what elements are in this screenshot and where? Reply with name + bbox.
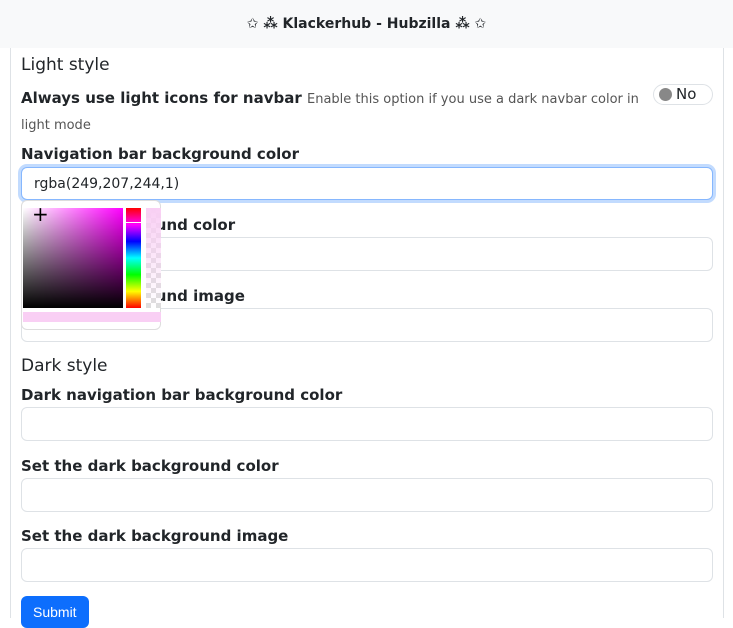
- light-icons-label: Always use light icons for navbar Enable…: [21, 86, 641, 138]
- nav-bg-label: Navigation bar background color: [21, 145, 299, 163]
- site-title: ✩ ⁂ Klackerhub - Hubzilla ⁂ ✩: [0, 0, 733, 48]
- dark-bg-color-label: Set the dark background color: [21, 457, 279, 475]
- light-style-heading: Light style: [21, 55, 110, 75]
- toggle-value: No: [676, 85, 697, 103]
- nav-bg-input[interactable]: rgba(249,207,244,1): [21, 167, 713, 200]
- color-picker[interactable]: +: [21, 200, 161, 330]
- dark-nav-bg-input[interactable]: [21, 407, 713, 441]
- alpha-slider[interactable]: [146, 208, 161, 308]
- light-icons-title: Always use light icons for navbar: [21, 89, 302, 107]
- crosshair-icon[interactable]: +: [32, 204, 49, 224]
- color-preview: [23, 312, 161, 322]
- submit-button[interactable]: Submit: [21, 596, 89, 628]
- hue-slider[interactable]: [126, 208, 141, 308]
- dark-style-heading: Dark style: [21, 356, 108, 376]
- light-icons-toggle[interactable]: No: [653, 84, 713, 105]
- dark-bg-image-input[interactable]: [21, 548, 713, 582]
- dark-nav-bg-label: Dark navigation bar background color: [21, 386, 343, 404]
- dark-bg-color-input[interactable]: [21, 478, 713, 512]
- toggle-knob: [659, 88, 672, 101]
- dark-bg-image-label: Set the dark background image: [21, 527, 289, 545]
